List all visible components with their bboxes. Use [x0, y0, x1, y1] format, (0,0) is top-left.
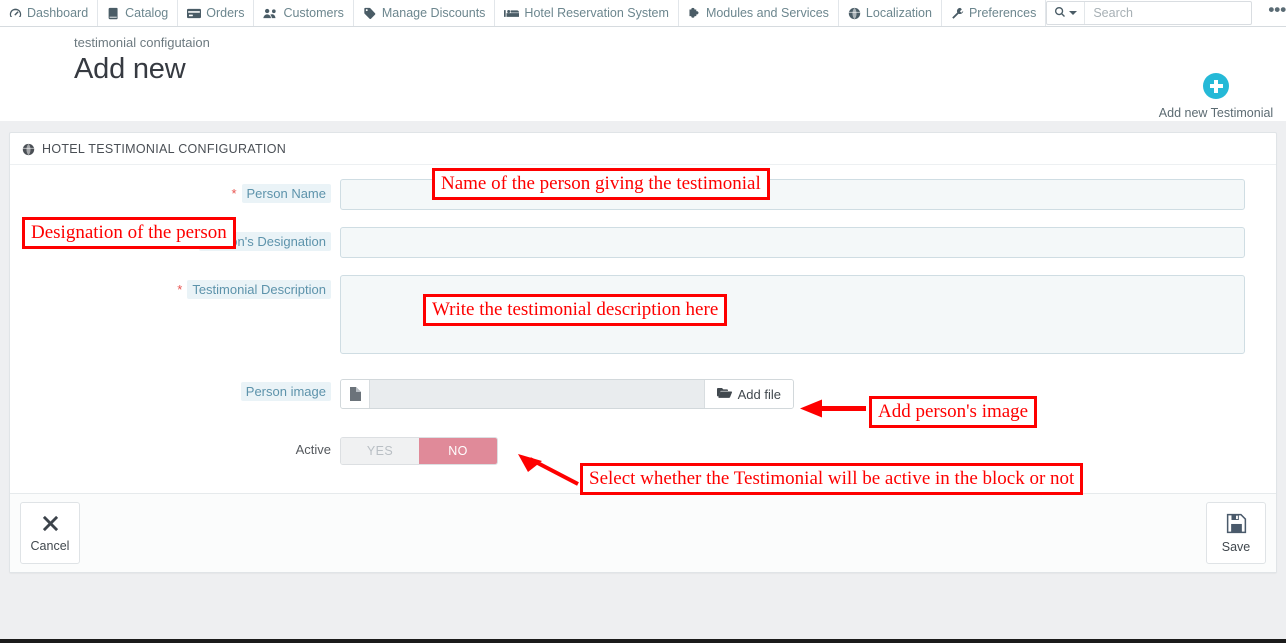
nav-item-label: Modules and Services: [705, 5, 829, 20]
nav-item-label: Orders: [206, 5, 245, 20]
annotation-arrow-active: [518, 454, 579, 486]
form-row-person-image: Person image Add file: [10, 379, 1276, 409]
search-group: [1046, 1, 1253, 25]
people-icon: [263, 7, 278, 20]
cancel-label: Cancel: [30, 538, 70, 553]
required-asterisk: *: [231, 186, 237, 201]
save-button[interactable]: Save: [1206, 502, 1266, 564]
nav-item-label: Hotel Reservation System: [524, 5, 669, 20]
book-icon: [107, 7, 120, 20]
bed-icon: [504, 7, 520, 20]
active-toggle-yes[interactable]: YES: [341, 438, 419, 464]
annotation-arrow-person-image: [800, 399, 866, 418]
person-image-file-group[interactable]: Add file: [340, 379, 794, 409]
nav-item-customers[interactable]: Customers: [254, 0, 354, 26]
annotation-person-name: Name of the person giving the testimonia…: [432, 168, 770, 200]
testimonial-description-label: Testimonial Description: [187, 280, 331, 299]
nav-item-orders[interactable]: Orders: [178, 0, 255, 26]
nav-right-group: •••: [1046, 0, 1286, 26]
active-toggle-no[interactable]: NO: [419, 438, 497, 464]
page-title: Add new: [74, 53, 186, 85]
nav-item-catalog[interactable]: Catalog: [98, 0, 179, 26]
active-label-wrap: Active: [10, 437, 340, 457]
plus-circle-icon: [1203, 73, 1229, 99]
required-asterisk: *: [177, 282, 183, 297]
chevron-down-icon: [1069, 11, 1078, 15]
testimonial-description-label-wrap: * Testimonial Description: [10, 275, 340, 299]
card-icon: [187, 7, 202, 20]
breadcrumb: testimonial configutaion: [74, 35, 210, 50]
save-label: Save: [1221, 539, 1251, 554]
search-input[interactable]: [1085, 2, 1252, 24]
wrench-icon: [951, 7, 964, 20]
nav-item-modules-and-services[interactable]: Modules and Services: [679, 0, 839, 26]
top-navigation-bar: Dashboard Catalog Orders Customers Manag: [0, 0, 1286, 27]
panel-heading-label: HOTEL TESTIMONIAL CONFIGURATION: [42, 142, 287, 156]
person-name-label: Person Name: [241, 184, 331, 203]
nav-item-preferences[interactable]: Preferences: [942, 0, 1047, 26]
globe-icon: [848, 7, 861, 20]
add-new-testimonial-button[interactable]: Add new Testimonial: [1156, 73, 1276, 120]
add-file-label: Add file: [737, 386, 781, 402]
nav-item-label: Preferences: [968, 5, 1037, 20]
cancel-button[interactable]: Cancel: [20, 502, 80, 564]
panel-footer: Cancel Save: [10, 493, 1276, 572]
gauge-icon: [9, 7, 22, 20]
panel-heading: HOTEL TESTIMONIAL CONFIGURATION: [10, 133, 1276, 165]
folder-open-icon: [716, 387, 732, 402]
annotation-person-image: Add person's image: [869, 396, 1038, 428]
person-designation-input[interactable]: [340, 227, 1245, 258]
nav-item-label: Dashboard: [27, 5, 89, 20]
page-header: testimonial configutaion Add new Add new…: [0, 27, 1286, 121]
bottom-bar: [0, 639, 1286, 643]
nav-item-label: Localization: [865, 5, 932, 20]
nav-item-localization[interactable]: Localization: [839, 0, 942, 26]
nav-item-label: Catalog: [125, 5, 169, 20]
form-row-active: Active YES NO: [10, 437, 1276, 465]
active-toggle[interactable]: YES NO: [340, 437, 498, 465]
nav-item-manage-discounts[interactable]: Manage Discounts: [354, 0, 496, 26]
annotation-active: Select whether the Testimonial will be a…: [580, 463, 1084, 495]
search-icon: [1054, 6, 1066, 21]
panel-body: *Person Name *Person's Designation *Test…: [10, 165, 1276, 493]
person-image-filename-field[interactable]: [370, 380, 704, 408]
floppy-disk-icon: [1226, 513, 1247, 537]
nav-item-label: Customers: [283, 5, 344, 20]
person-name-label-wrap: * Person Name: [10, 179, 340, 203]
tag-icon: [363, 7, 377, 20]
add-file-button[interactable]: Add file: [703, 380, 793, 408]
nav-items: Dashboard Catalog Orders Customers Manag: [0, 0, 1047, 26]
person-image-label-wrap: Person image: [10, 379, 340, 401]
active-label: Active: [295, 442, 331, 457]
annotation-designation: Designation of the person: [22, 217, 236, 249]
close-x-icon: [41, 514, 60, 536]
search-scope-toggle[interactable]: [1047, 2, 1086, 24]
add-new-testimonial-label: Add new Testimonial: [1158, 106, 1274, 120]
puzzle-icon: [688, 7, 701, 20]
nav-item-label: Manage Discounts: [381, 5, 486, 20]
active-control: YES NO: [340, 437, 1276, 465]
person-designation-control: [340, 227, 1276, 258]
nav-item-hotel-reservation-system[interactable]: Hotel Reservation System: [495, 0, 679, 26]
overflow-menu-button[interactable]: •••: [1266, 1, 1286, 21]
annotation-description: Write the testimonial description here: [423, 294, 728, 326]
file-icon: [341, 380, 370, 408]
globe-icon: [22, 143, 35, 156]
nav-item-dashboard[interactable]: Dashboard: [0, 0, 99, 26]
person-image-label: Person image: [240, 382, 331, 401]
